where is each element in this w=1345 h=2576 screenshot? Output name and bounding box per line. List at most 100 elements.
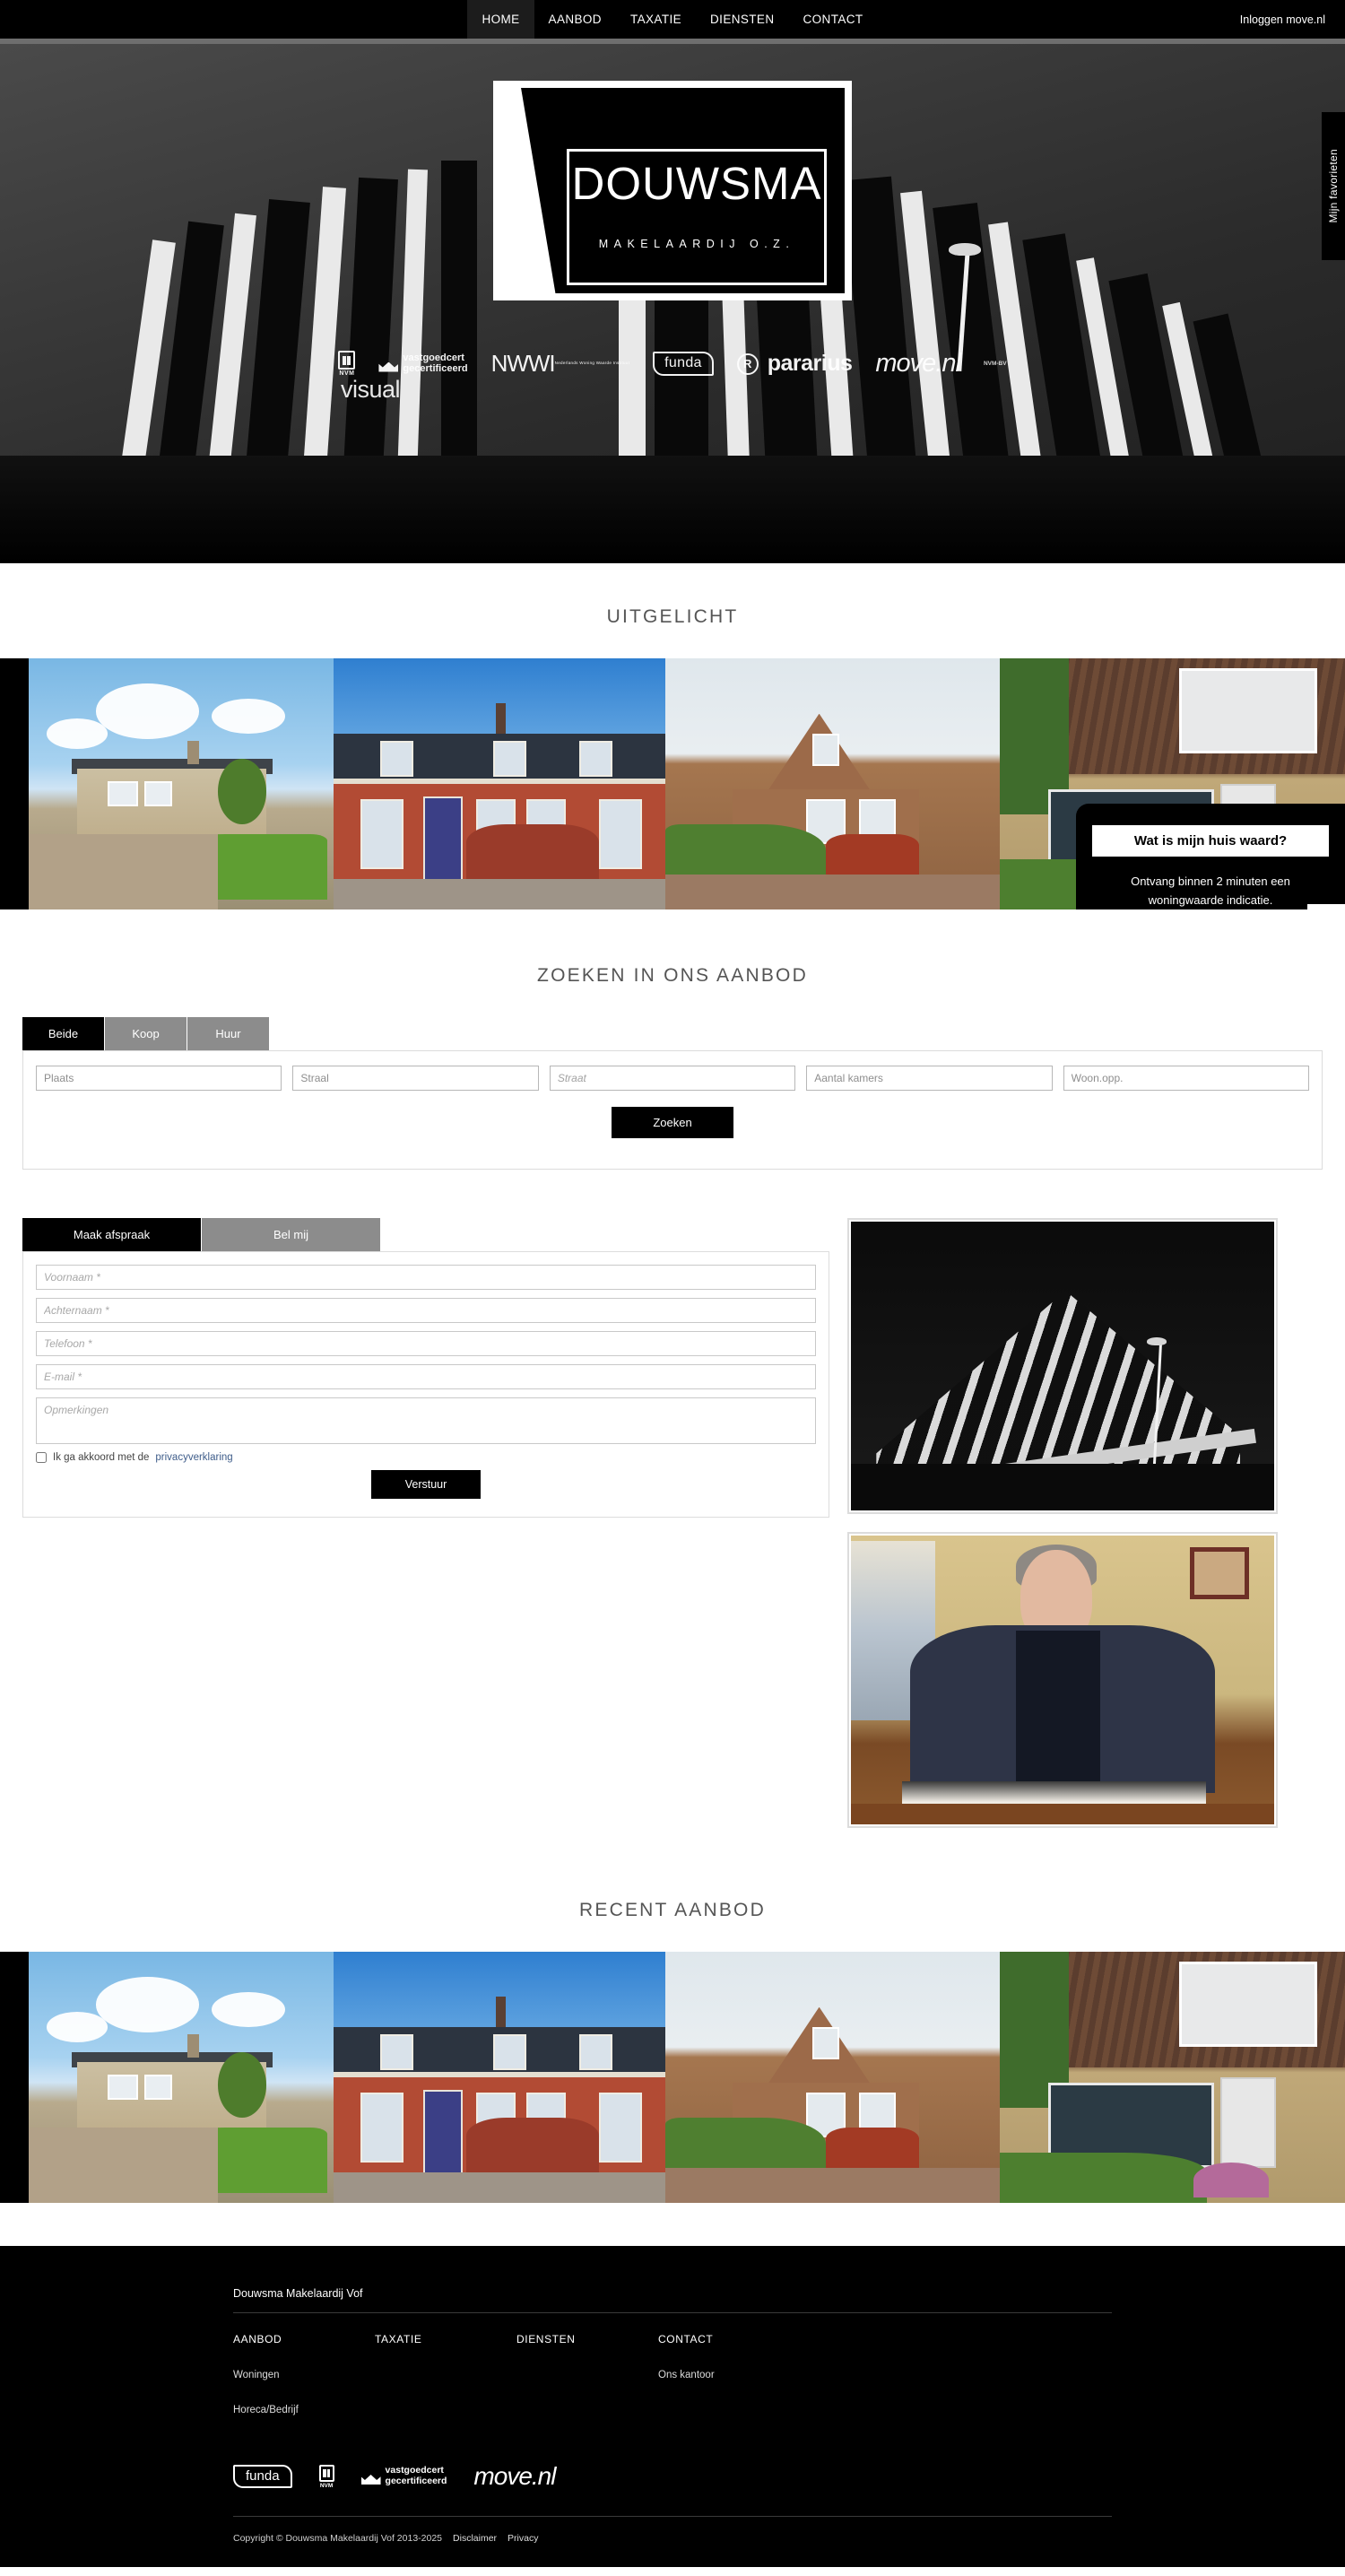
- portrait-photo-frame: [847, 1532, 1278, 1828]
- featured-section-title: UITGELICHT: [0, 563, 1345, 658]
- strip-edge-left: [0, 658, 29, 909]
- contact-tab-bel-mij[interactable]: Bel mij: [202, 1218, 381, 1251]
- contact-form-tabs: Maak afspraak Bel mij: [22, 1218, 829, 1251]
- funda-icon: funda: [233, 2465, 292, 2488]
- search-type-tabs: Beide Koop Huur: [22, 1017, 1323, 1050]
- search-section: Beide Koop Huur Zoeken: [0, 1017, 1345, 1179]
- contact-form-panel: Ik ga akkoord met de privacyverklaring V…: [22, 1251, 829, 1518]
- strip-edge-left: [0, 1952, 29, 2203]
- recent-photo-vrijstaand: [665, 1952, 1000, 2203]
- footer-link-horeca-bedrijf[interactable]: Horeca/Bedrijf: [233, 2405, 375, 2415]
- footer-column-taxatie: TAXATIE: [375, 2333, 516, 2415]
- search-tab-koop[interactable]: Koop: [105, 1017, 187, 1050]
- search-tab-beide[interactable]: Beide: [22, 1017, 105, 1050]
- recent-photo-hoekwoning: [1000, 1952, 1345, 2203]
- recent-photo-tussenwoning: [334, 1952, 665, 2203]
- footer-legal-row: Copyright © Douwsma Makelaardij Vof 2013…: [233, 2517, 1112, 2567]
- recent-properties-strip: [0, 1952, 1345, 2203]
- recent-card-tussenwoning[interactable]: [334, 1952, 665, 2203]
- nav-item-diensten[interactable]: DIENSTEN: [696, 0, 788, 39]
- hero-foreground-grass: [0, 456, 1345, 563]
- contact-submit-button[interactable]: Verstuur: [370, 1470, 482, 1499]
- vastgoedcert-icon: vastgoedcert gecertificeerd: [361, 2466, 447, 2486]
- footer-link-columns: AANBOD Woningen Horeca/Bedrijf TAXATIE D…: [233, 2333, 1112, 2415]
- property-photo-vrijstaand: [665, 658, 1000, 909]
- contact-tab-maak-afspraak[interactable]: Maak afspraak: [22, 1218, 202, 1251]
- footer-column-contact: CONTACT Ons kantoor: [658, 2333, 864, 2415]
- footer-vastgoedcert-line2: gecertificeerd: [385, 2476, 447, 2486]
- footer-heading-diensten[interactable]: DIENSTEN: [516, 2333, 658, 2345]
- search-field-woonopp[interactable]: [1063, 1066, 1310, 1091]
- featured-properties-strip: Wat is mijn huis waard? Ontvang binnen 2…: [0, 658, 1345, 909]
- top-navigation-bar: HOME AANBOD TAXATIE DIENSTEN CONTACT Inl…: [0, 0, 1345, 39]
- footer-link-disclaimer[interactable]: Disclaimer: [453, 2533, 497, 2544]
- nav-item-taxatie[interactable]: TAXATIE: [616, 0, 696, 39]
- property-card-tussenwoning[interactable]: [334, 658, 665, 909]
- portrait-photo: [851, 1536, 1274, 1824]
- privacy-consent-checkbox[interactable]: [36, 1452, 47, 1463]
- bridge-photo: [851, 1222, 1274, 1510]
- movenl-icon: move.nl: [473, 2462, 556, 2490]
- footer-column-aanbod: AANBOD Woningen Horeca/Bedrijf: [233, 2333, 375, 2415]
- property-photo-tussenwoning: [334, 658, 665, 909]
- footer-link-ons-kantoor[interactable]: Ons kantoor: [658, 2370, 864, 2380]
- privacy-statement-link[interactable]: privacyverklaring: [155, 1452, 232, 1463]
- search-field-plaats[interactable]: [36, 1066, 282, 1091]
- home-value-widget[interactable]: Wat is mijn huis waard? Ontvang binnen 2…: [1076, 804, 1345, 909]
- nav-item-aanbod[interactable]: AANBOD: [534, 0, 616, 39]
- recent-card-vrijstaand[interactable]: [665, 1952, 1000, 2203]
- contact-and-media-section: Maak afspraak Bel mij Ik ga akkoord met …: [22, 1218, 1323, 1828]
- search-submit-button[interactable]: Zoeken: [612, 1107, 733, 1138]
- search-fields-row: [36, 1066, 1310, 1091]
- footer-heading-contact[interactable]: CONTACT: [658, 2333, 864, 2345]
- contact-field-telefoon[interactable]: [36, 1331, 816, 1356]
- footer-divider: [233, 2312, 1112, 2313]
- nav-item-contact[interactable]: CONTACT: [789, 0, 878, 39]
- crown-icon: [361, 2468, 381, 2485]
- home-value-widget-subtitle: Ontvang binnen 2 minuten een woningwaard…: [1131, 875, 1290, 908]
- search-field-kamers[interactable]: [806, 1066, 1053, 1091]
- footer-copyright: Copyright © Douwsma Makelaardij Vof 2013…: [233, 2533, 443, 2544]
- recent-section-title: RECENT AANBOD: [0, 1828, 1345, 1952]
- favorites-tab[interactable]: Mijn favorieten: [1322, 112, 1345, 260]
- main-nav: HOME AANBOD TAXATIE DIENSTEN CONTACT: [467, 0, 877, 39]
- footer-link-woningen[interactable]: Woningen: [233, 2370, 375, 2380]
- recent-card-hoekwoning[interactable]: [1000, 1952, 1345, 2203]
- property-photo-bungalow: [29, 658, 334, 909]
- contact-field-email[interactable]: [36, 1364, 816, 1389]
- site-logo[interactable]: DOUWSMA MAKELAARDIJ O.Z.: [493, 81, 852, 300]
- lamp-head-icon: [949, 243, 981, 256]
- login-link[interactable]: Inloggen move.nl: [1240, 13, 1325, 26]
- recent-card-bungalow[interactable]: [29, 1952, 334, 2203]
- property-card-bungalow[interactable]: [29, 658, 334, 909]
- logo-text-box: DOUWSMA MAKELAARDIJ O.Z.: [567, 149, 827, 285]
- footer-link-privacy[interactable]: Privacy: [508, 2533, 538, 2544]
- logo-title: DOUWSMA: [571, 158, 822, 209]
- privacy-consent-row: Ik ga akkoord met de privacyverklaring: [36, 1452, 816, 1463]
- contact-field-voornaam[interactable]: [36, 1265, 816, 1290]
- contact-field-achternaam[interactable]: [36, 1298, 816, 1323]
- hero-banner: DOUWSMA MAKELAARDIJ O.Z. NVM vastgoedcer…: [0, 44, 1345, 563]
- recent-photo-bungalow: [29, 1952, 334, 2203]
- home-value-widget-title: Wat is mijn huis waard?: [1092, 825, 1329, 857]
- privacy-consent-label: Ik ga akkoord met de: [53, 1452, 150, 1463]
- footer-heading-taxatie[interactable]: TAXATIE: [375, 2333, 516, 2345]
- media-column: [847, 1218, 1278, 1828]
- search-field-straat-2[interactable]: [549, 1066, 796, 1091]
- site-footer: Douwsma Makelaardij Vof AANBOD Woningen …: [0, 2246, 1345, 2567]
- footer-heading-aanbod[interactable]: AANBOD: [233, 2333, 375, 2345]
- search-section-title: ZOEKEN IN ONS AANBOD: [0, 909, 1345, 1017]
- contact-form-column: Maak afspraak Bel mij Ik ga akkoord met …: [22, 1218, 829, 1518]
- nav-item-home[interactable]: HOME: [467, 0, 534, 39]
- footer-column-diensten: DIENSTEN: [516, 2333, 658, 2415]
- nvm-icon: NVM: [318, 2464, 334, 2489]
- logo-plaque: DOUWSMA MAKELAARDIJ O.Z.: [493, 81, 852, 300]
- search-tab-huur[interactable]: Huur: [187, 1017, 270, 1050]
- contact-field-opmerkingen[interactable]: [36, 1397, 816, 1444]
- bridge-photo-frame: [847, 1218, 1278, 1514]
- favorites-tab-label: Mijn favorieten: [1327, 149, 1340, 223]
- search-field-straat[interactable]: [292, 1066, 539, 1091]
- search-panel: Zoeken: [22, 1050, 1323, 1170]
- property-card-vrijstaand[interactable]: [665, 658, 1000, 909]
- footer-company-name: Douwsma Makelaardij Vof: [233, 2287, 363, 2300]
